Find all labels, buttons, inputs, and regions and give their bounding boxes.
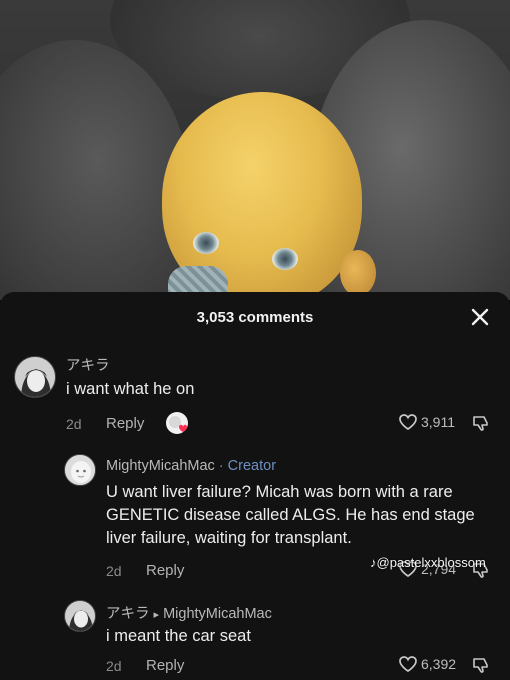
anime-avatar-icon (65, 601, 95, 631)
like-button[interactable]: 3,911 (398, 413, 455, 431)
heart-outline-icon (399, 414, 417, 431)
comment-username[interactable]: アキラ (66, 354, 110, 375)
reply-item: アキラ ▸ MightyMicahMac i meant the car sea… (0, 596, 510, 680)
close-icon (471, 308, 489, 326)
comment-text: i meant the car seat (106, 627, 251, 645)
reply-to-username[interactable]: MightyMicahMac (163, 606, 272, 622)
baby-ear (340, 250, 376, 296)
comments-header: 3,053 comments (0, 292, 510, 342)
comment-time: 2d (106, 563, 122, 579)
avatar[interactable] (64, 600, 96, 632)
creator-liked-icon (169, 416, 187, 432)
comment-count: 3,053 comments (196, 309, 314, 326)
comment-time: 2d (106, 658, 122, 674)
creator-username[interactable]: MightyMicahMac (106, 458, 215, 474)
baby-eye-right (272, 248, 298, 270)
comments-sheet: 3,053 comments アキラ i want what he on 2d … (0, 292, 510, 680)
comment-text: i want what he on (66, 380, 195, 398)
comment-text: U want liver failure? Micah was born wit… (106, 483, 475, 547)
avatar[interactable] (64, 454, 96, 486)
avatar[interactable] (14, 356, 56, 398)
close-button[interactable] (468, 305, 492, 329)
comment-username: MightyMicahMac · Creator (106, 458, 276, 474)
creator-badge: · Creator (214, 458, 277, 474)
baby-avatar-icon (65, 455, 95, 485)
reply-arrow-icon: ▸ (153, 609, 160, 621)
like-count: 3,911 (421, 414, 455, 430)
watermark-text: @pastelxxblossom (376, 555, 486, 570)
comment-username: アキラ ▸ MightyMicahMac (106, 602, 272, 623)
thumbs-down-icon (473, 416, 488, 431)
reply-button[interactable]: Reply (106, 415, 144, 432)
thumbs-down-icon (473, 658, 488, 673)
anime-avatar-icon (15, 357, 55, 397)
watermark: ♪@pastelxxblossom (370, 555, 486, 570)
video-frame (0, 0, 510, 300)
comment-item: アキラ i want what he on 2d Reply 3,911 (0, 350, 510, 445)
heart-outline-icon (399, 656, 417, 673)
like-count: 6,392 (421, 656, 457, 672)
reply-button[interactable]: Reply (146, 562, 184, 579)
dislike-button[interactable] (472, 414, 490, 432)
creator-liked-badge (166, 412, 188, 434)
dislike-button[interactable] (472, 656, 490, 674)
reply-button[interactable]: Reply (146, 657, 184, 674)
baby-eye-left (193, 232, 219, 254)
comment-time: 2d (66, 416, 82, 432)
like-button[interactable]: 6,392 (398, 655, 456, 673)
reply-username[interactable]: アキラ (106, 606, 150, 622)
